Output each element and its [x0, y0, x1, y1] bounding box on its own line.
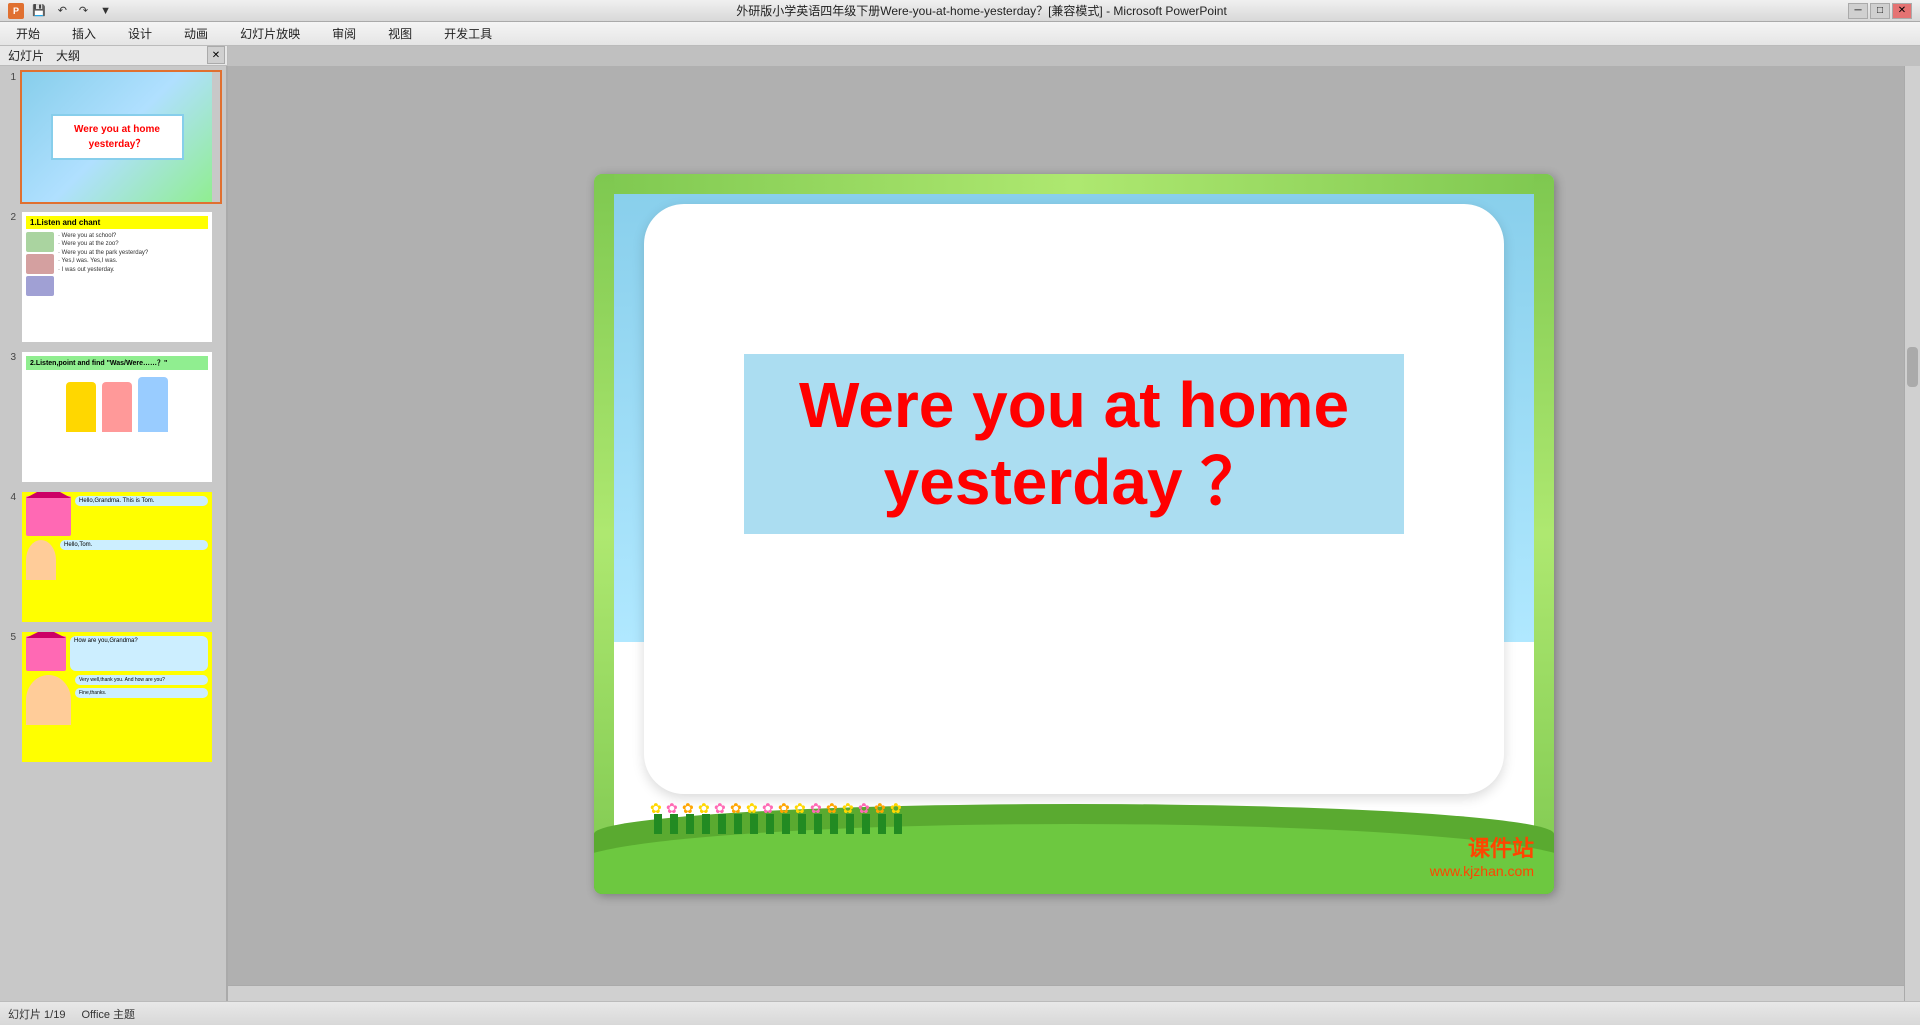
flower-5 [718, 814, 726, 834]
slide5-girl [26, 675, 71, 725]
slide-number-1: 1 [4, 72, 16, 83]
theme-name: Office 主题 [81, 1006, 135, 1022]
panel-close-button[interactable]: ✕ [207, 46, 225, 64]
main-scrollbar[interactable] [1904, 66, 1920, 1001]
flower-13 [846, 814, 854, 834]
slide4-girl [26, 540, 56, 580]
watermark: 课件站 www.kjzhan.com [1430, 831, 1534, 879]
flower-11 [814, 814, 822, 834]
flower-decorations [594, 794, 1554, 834]
flower-15 [878, 814, 886, 834]
main-text-box[interactable]: Were you at home yesterday ？ [744, 354, 1404, 534]
flower-7 [750, 814, 758, 834]
slide3-title: 2.Listen,point and find "Was/Were……？" [26, 356, 208, 370]
slide5-bubble1: How are you,Grandma? [70, 636, 208, 671]
flower-1 [654, 814, 662, 834]
flower-8 [766, 814, 774, 834]
slide3-char1 [66, 382, 96, 432]
slide-number-3: 3 [4, 352, 16, 363]
slide-item-5[interactable]: 5 How are you,Grandma? Very well,thank y… [4, 630, 222, 764]
quick-save[interactable]: 💾 [28, 4, 50, 17]
minimize-button[interactable]: ─ [1848, 3, 1868, 19]
slide3-char3 [138, 377, 168, 432]
slide5-bubble2: Very well,thank you. And how are you? [75, 675, 208, 685]
slide-thumb-3[interactable]: 2.Listen,point and find "Was/Were……？" [20, 350, 222, 484]
grass-layer2 [594, 824, 1554, 894]
ribbon: 开始 插入 设计 动画 幻灯片放映 审阅 视图 开发工具 [0, 22, 1920, 46]
watermark-line1: 课件站 [1430, 831, 1534, 863]
slide-item-3[interactable]: 3 2.Listen,point and find "Was/Were……？" [4, 350, 222, 484]
ribbon-tab-design[interactable]: 设计 [120, 22, 160, 45]
slide-item-4[interactable]: 4 Hello,Grandma. This is Tom. Hello,Tom. [4, 490, 222, 624]
maximize-button[interactable]: □ [1870, 3, 1890, 19]
flower-14 [862, 814, 870, 834]
ribbon-tab-slideshow[interactable]: 幻灯片放映 [232, 22, 308, 45]
ribbon-tab-developer[interactable]: 开发工具 [436, 22, 500, 45]
flower-6 [734, 814, 742, 834]
ribbon-tab-review[interactable]: 审阅 [324, 22, 364, 45]
panel-header: 幻灯片 大纲 [0, 46, 228, 66]
slide-thumb-5[interactable]: How are you,Grandma? Very well,thank you… [20, 630, 222, 764]
slide4-bubble2: Hello,Tom. [60, 540, 208, 550]
title-bar-controls: ─ □ ✕ [1848, 3, 1912, 19]
ribbon-tab-insert[interactable]: 插入 [64, 22, 104, 45]
flower-9 [782, 814, 790, 834]
slide-thumb-2[interactable]: 1.Listen and chant · Were you at school?… [20, 210, 222, 344]
slide-count: 幻灯片 1/19 [8, 1006, 65, 1022]
slide-item-2[interactable]: 2 1.Listen and chant · Were you at schoo… [4, 210, 222, 344]
slide2-title: 1.Listen and chant [26, 216, 208, 229]
quick-undo[interactable]: ↶ [54, 4, 71, 17]
slide-background [594, 174, 1554, 894]
flower-10 [798, 814, 806, 834]
slide-thumb-1[interactable]: Were you at homeyesterday？ [20, 70, 222, 204]
ribbon-tab-animation[interactable]: 动画 [176, 22, 216, 45]
ribbon-tab-start[interactable]: 开始 [8, 22, 48, 45]
flower-2 [670, 814, 678, 834]
flower-4 [702, 814, 710, 834]
slide2-img3 [26, 276, 54, 296]
ribbon-tab-view[interactable]: 视图 [380, 22, 420, 45]
slide-number-4: 4 [4, 492, 16, 503]
flower-3 [686, 814, 694, 834]
slide-number-5: 5 [4, 632, 16, 643]
flower-12 [830, 814, 838, 834]
slide-thumb-4[interactable]: Hello,Grandma. This is Tom. Hello,Tom. [20, 490, 222, 624]
quick-redo[interactable]: ↷ [75, 4, 92, 17]
flower-16 [894, 814, 902, 834]
title-bar-title: 外研版小学英语四年级下册Were-you-at-home-yesterday？[… [115, 2, 1848, 19]
main-heading: Were you at home yesterday ？ [799, 367, 1349, 521]
bottom-scrollbar[interactable] [228, 985, 1904, 1001]
title-bar-left: P 💾 ↶ ↷ ▼ [8, 3, 115, 19]
slide2-img1 [26, 232, 54, 252]
slide5-house [26, 636, 66, 671]
slide2-bullets: · Were you at school? · Were you at the … [58, 232, 148, 296]
status-bar: 幻灯片 1/19 Office 主题 [0, 1001, 1920, 1025]
slide5-bubble3: Fine,thanks. [75, 688, 208, 698]
scrollbar-thumb[interactable] [1907, 347, 1918, 387]
frame-top [594, 174, 1554, 194]
panel-tab-slides[interactable]: 幻灯片 [8, 47, 44, 64]
slide3-char2 [102, 382, 132, 432]
slide2-img2 [26, 254, 54, 274]
slide-item-1[interactable]: 1 Were you at homeyesterday？ [4, 70, 222, 204]
slides-panel[interactable]: 1 Were you at homeyesterday？ 2 1.Listen … [0, 66, 228, 1001]
slide4-bubble1: Hello,Grandma. This is Tom. [75, 496, 208, 506]
panel-tab-outline[interactable]: 大纲 [56, 47, 80, 64]
slide-canvas: Were you at home yesterday ？ 课件站 www.kjz… [594, 174, 1554, 894]
close-button[interactable]: ✕ [1892, 3, 1912, 19]
watermark-line2: www.kjzhan.com [1430, 863, 1534, 879]
main-editing-area[interactable]: Were you at home yesterday ？ 课件站 www.kjz… [228, 66, 1920, 1001]
quick-more[interactable]: ▼ [96, 5, 115, 17]
slide1-text: Were you at homeyesterday？ [51, 114, 184, 160]
slide4-house [26, 496, 71, 536]
slide-number-2: 2 [4, 212, 16, 223]
title-bar: P 💾 ↶ ↷ ▼ 外研版小学英语四年级下册Were-you-at-home-y… [0, 0, 1920, 22]
app-icon: P [8, 3, 24, 19]
